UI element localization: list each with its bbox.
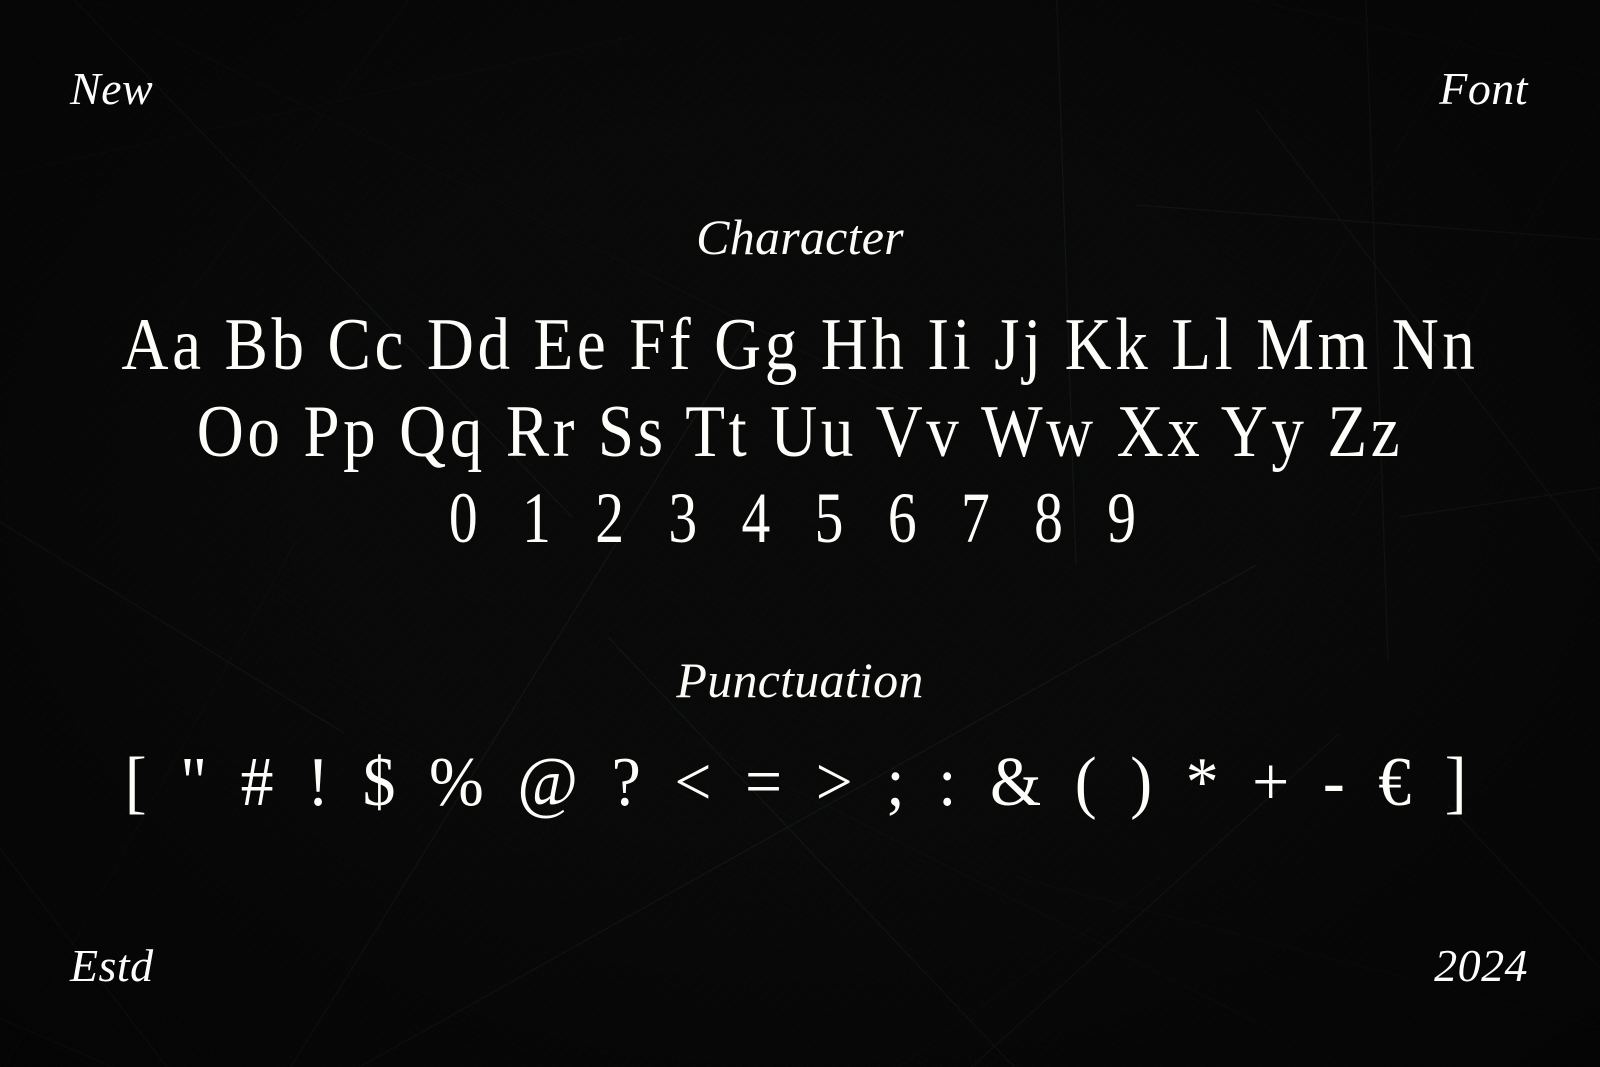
- corner-label-bottom-right: 2024: [1434, 940, 1528, 991]
- font-specimen-poster: New Font Estd 2024 Character Aa Bb Cc Dd…: [0, 0, 1600, 1067]
- corner-label-top-right: Font: [1439, 63, 1528, 114]
- character-row-uppercase-first: Aa Bb Cc Dd Ee Ff Gg Hh Ii Jj Kk Ll Mm N…: [121, 304, 1479, 386]
- section-heading-character: Character: [696, 209, 904, 265]
- punctuation-row: [ " # ! $ % @ ? < = > ; : & ( ) * + - € …: [124, 744, 1476, 821]
- section-heading-punctuation: Punctuation: [676, 652, 924, 708]
- character-row-numerals: 0 1 2 3 4 5 6 7 8 9: [448, 478, 1152, 558]
- character-row-uppercase-second: Oo Pp Qq Rr Ss Tt Uu Vv Ww Xx Yy Zz: [196, 391, 1404, 473]
- corner-label-bottom-left: Estd: [70, 940, 154, 991]
- corner-label-top-left: New: [70, 63, 154, 114]
